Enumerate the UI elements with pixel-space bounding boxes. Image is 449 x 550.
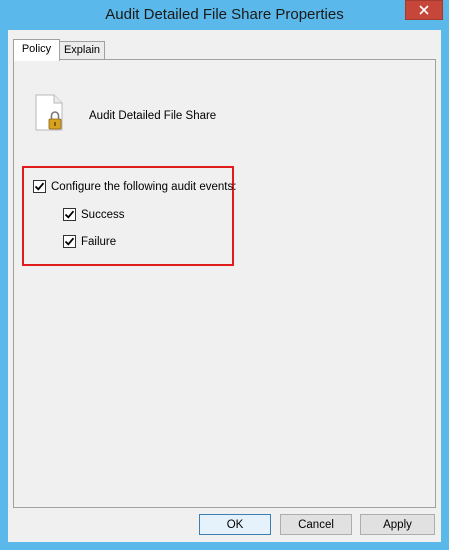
failure-option[interactable]: Failure xyxy=(63,235,116,248)
failure-checkbox[interactable] xyxy=(63,235,76,248)
close-button[interactable] xyxy=(405,0,443,20)
cancel-button[interactable]: Cancel xyxy=(280,514,352,535)
success-checkbox[interactable] xyxy=(63,208,76,221)
checkmark-icon xyxy=(34,182,45,191)
title-bar[interactable]: Audit Detailed File Share Properties xyxy=(0,0,449,30)
close-icon xyxy=(419,5,429,15)
checkmark-icon xyxy=(64,210,75,219)
document-lock-icon xyxy=(34,94,64,134)
success-option[interactable]: Success xyxy=(63,208,124,221)
dialog-client-area: Policy Explain Audit Detailed File Share xyxy=(8,30,441,542)
ok-button[interactable]: OK xyxy=(199,514,271,535)
tab-explain[interactable]: Explain xyxy=(59,41,105,60)
policy-tab-panel: Audit Detailed File Share Configure the … xyxy=(13,59,436,508)
apply-button[interactable]: Apply xyxy=(360,514,435,535)
properties-window: Audit Detailed File Share Properties Pol… xyxy=(0,0,449,550)
configure-audit-events-option[interactable]: Configure the following audit events: xyxy=(33,180,236,193)
window-title: Audit Detailed File Share Properties xyxy=(105,6,344,23)
configure-audit-events-label: Configure the following audit events: xyxy=(51,180,237,193)
success-label: Success xyxy=(81,208,125,221)
checkmark-icon xyxy=(64,237,75,246)
tab-policy[interactable]: Policy xyxy=(13,39,60,61)
configure-audit-events-checkbox[interactable] xyxy=(33,180,46,193)
failure-label: Failure xyxy=(81,235,117,248)
policy-name: Audit Detailed File Share xyxy=(89,110,217,122)
